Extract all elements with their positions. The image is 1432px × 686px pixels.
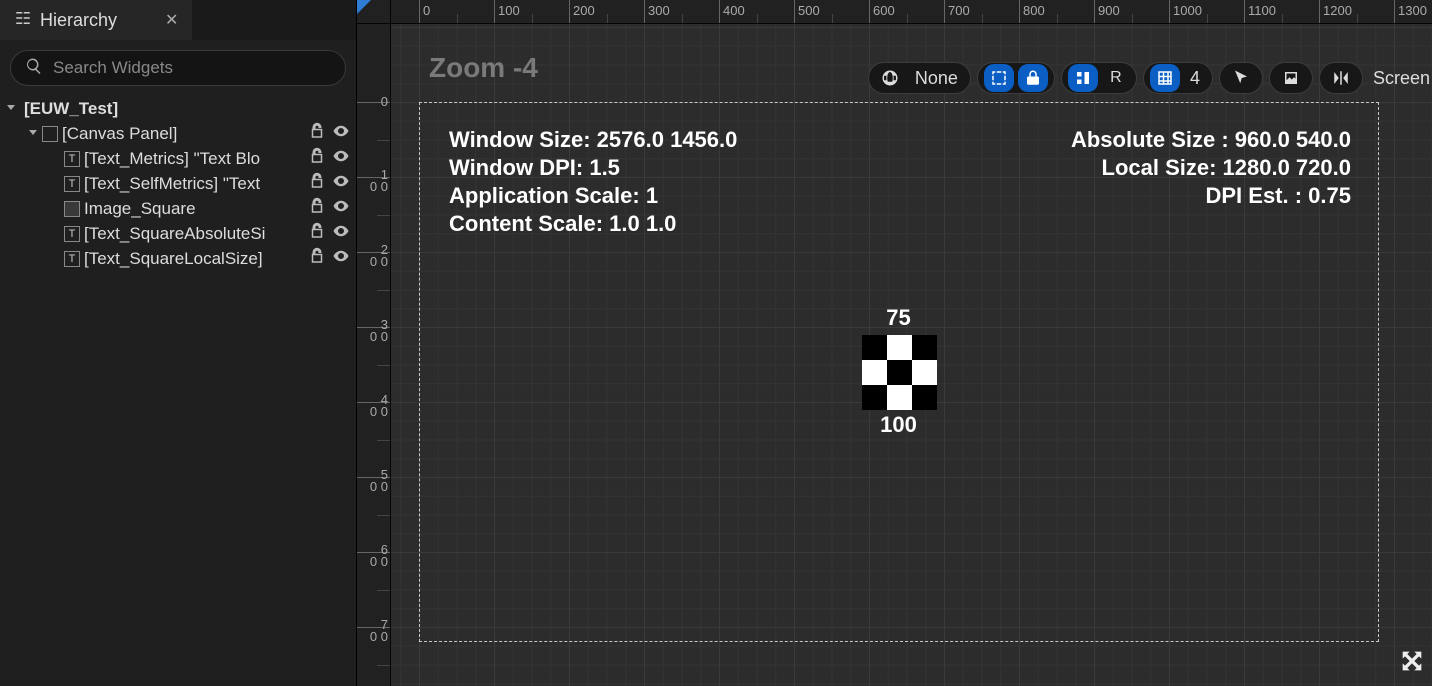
ruler-h-tick-label: 900 [1098,3,1120,18]
metric-line: Application Scale: 1 [449,182,737,210]
ruler-h-tick-label: 500 [798,3,820,18]
metric-line: DPI Est. : 0.75 [1071,182,1351,210]
ruler-vertical: 010 020 030 040 050 060 070 080 0 [357,24,391,686]
grid-snap-value: 4 [1184,68,1206,89]
metric-line: Content Scale: 1.0 1.0 [449,210,737,238]
toolbar-mirror[interactable] [1319,62,1363,94]
ruler-v-tick-label: 10 0 [358,169,388,193]
search-icon [25,57,43,80]
visibility-icon[interactable] [332,172,350,195]
metric-line: Window DPI: 1.5 [449,154,737,182]
dashed-outline-button[interactable] [984,64,1014,92]
ruler-v-tick-label: 40 0 [358,394,388,418]
viewport-corner-marker [357,0,371,14]
tree-row[interactable]: [EUW_Test] [0,96,356,121]
visibility-icon[interactable] [332,247,350,270]
viewport-toolbar: None R [868,60,1432,96]
close-icon[interactable]: ✕ [165,10,178,30]
ruler-h-tick-label: 1100 [1248,3,1276,18]
tree-node-label: [EUW_Test] [24,99,352,119]
hierarchy-tab-label: Hierarchy [40,10,117,31]
ruler-h-tick-label: 700 [948,3,970,18]
tree-row[interactable]: Image_Square [0,196,356,221]
lock-icon[interactable] [308,222,326,245]
ruler-h-tick-label: 600 [873,3,895,18]
globe-icon [875,64,905,92]
hierarchy-tree: [EUW_Test][Canvas Panel]T[Text_Metrics] … [0,94,356,686]
canvas-area[interactable]: Zoom -4 None [391,24,1432,686]
square-absolute-size-label: 75 [886,305,910,331]
ruler-v-tick-label: 60 0 [358,544,388,568]
ruler-h-tick-label: 300 [648,3,670,18]
ruler-h-tick-label: 100 [498,3,520,18]
metrics-left-block: Window Size: 2576.0 1456.0Window DPI: 1.… [449,126,737,238]
metric-line: Absolute Size : 960.0 540.0 [1071,126,1351,154]
tree-row[interactable]: T[Text_SquareAbsoluteSi [0,221,356,246]
lock-button[interactable] [1018,64,1048,92]
expand-caret-icon[interactable] [26,127,40,141]
metric-line: Window Size: 2576.0 1456.0 [449,126,737,154]
lock-icon[interactable] [308,197,326,220]
search-input[interactable] [53,58,331,78]
layout-flow-button[interactable] [1068,64,1098,92]
ruler-h-tick-label: 400 [723,3,745,18]
tree-row[interactable]: T[Text_Metrics] "Text Blo [0,146,356,171]
ruler-v-tick-label: 70 0 [358,619,388,643]
resize-handle[interactable] [1398,647,1426,680]
tree-row[interactable]: [Canvas Panel] [0,121,356,146]
square-local-size-label: 100 [880,412,917,438]
cursor-icon [1226,64,1256,92]
ruler-v-tick-label: 20 0 [358,244,388,268]
lock-icon[interactable] [308,147,326,170]
text-widget-icon: T [64,176,80,192]
visibility-icon[interactable] [332,122,350,145]
layout-r-button[interactable]: R [1102,64,1130,92]
visibility-icon[interactable] [332,222,350,245]
ruler-h-tick-label: 0 [423,3,430,18]
image-icon [1276,64,1306,92]
expand-caret-icon[interactable] [4,102,18,116]
zoom-level-label: Zoom -4 [429,52,538,84]
toolbar-outline-lock [977,62,1055,94]
image-widget-icon [64,201,80,217]
lock-icon[interactable] [308,122,326,145]
lock-icon[interactable] [308,172,326,195]
toolbar-image[interactable] [1269,62,1313,94]
screen-size-label[interactable]: Screen [1369,68,1432,89]
ruler-horizontal: 0 100 200 300 400 500 600 700 800 900 1000 1100 1200… [391,0,1432,24]
ruler-v-tick-label: 0 [358,96,388,108]
ruler-h-tick-label: 1300 [1398,3,1427,18]
ruler-h-tick-label: 200 [573,3,595,18]
text-widget-icon: T [64,226,80,242]
toolbar-grid-snap[interactable]: 4 [1143,62,1213,94]
toolbar-cursor[interactable] [1219,62,1263,94]
visibility-icon[interactable] [332,147,350,170]
canvas-panel-icon [42,126,58,142]
text-widget-icon: T [64,251,80,267]
lock-icon[interactable] [308,247,326,270]
tree-row[interactable]: T[Text_SelfMetrics] "Text [0,171,356,196]
grid-snap-button[interactable] [1150,64,1180,92]
text-widget-icon: T [64,151,80,167]
ruler-h-tick-label: 1000 [1173,3,1202,18]
ruler-h-tick-label: 1200 [1323,3,1352,18]
metrics-right-block: Absolute Size : 960.0 540.0Local Size: 1… [1071,126,1351,210]
search-box[interactable] [10,50,346,86]
panel-tab-bar: Hierarchy ✕ [0,0,356,40]
ruler-v-tick-label: 50 0 [358,469,388,493]
ruler-v-tick-label: 30 0 [358,319,388,343]
ruler-h-tick-label: 800 [1023,3,1045,18]
mirror-icon [1326,64,1356,92]
toolbar-localization[interactable]: None [868,62,971,94]
visibility-icon[interactable] [332,197,350,220]
toolbar-layout-mode: R [1061,62,1137,94]
hierarchy-icon [14,9,32,32]
hierarchy-panel: Hierarchy ✕ [EUW_Test][Canvas Panel]T[Te… [0,0,357,686]
designer-viewport[interactable]: 0100200300400500600700800900100011001200… [357,0,1432,686]
tree-row[interactable]: T[Text_SquareLocalSize] [0,246,356,271]
localization-label: None [909,68,964,89]
image-square[interactable] [862,335,937,410]
metric-line: Local Size: 1280.0 720.0 [1071,154,1351,182]
hierarchy-tab[interactable]: Hierarchy ✕ [0,0,192,40]
